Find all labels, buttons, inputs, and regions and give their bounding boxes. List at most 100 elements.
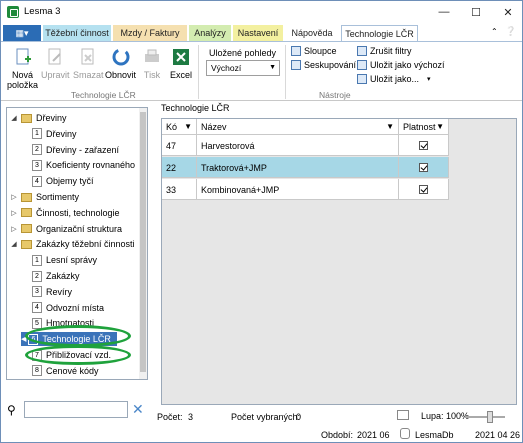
filter-icon[interactable]: ▼ (184, 122, 192, 131)
tree-item[interactable]: 1 Dřeviny (32, 127, 77, 141)
expand-icon[interactable]: ▷ (10, 209, 18, 217)
tree-item[interactable]: 2 Zakázky (32, 269, 80, 283)
tree-scrollbar[interactable] (139, 108, 147, 379)
expand-icon[interactable]: ▷ (10, 225, 18, 233)
save-as-label: Uložit jako... (370, 74, 420, 84)
item-number-icon: 2 (32, 270, 42, 282)
maximize-button[interactable]: ☐ (460, 1, 492, 23)
item-number-icon: 4 (32, 175, 42, 187)
panel-title: Technologie LČR (161, 103, 230, 113)
column-header-name[interactable]: Název ▼ (197, 119, 399, 135)
collapse-icon[interactable]: ◢ (10, 114, 18, 122)
filter-icon[interactable]: ▼ (436, 122, 444, 131)
tree-item-label: Revíry (46, 286, 73, 297)
tree-item-label: Koeficienty rovnaného (46, 160, 136, 171)
tree-item[interactable]: ◢ Zakázky těžební činnosti (10, 237, 134, 251)
period-label: Období: (321, 430, 354, 440)
tree-item[interactable]: ▷ Organizační struktura (10, 222, 122, 236)
tree-item[interactable]: 2 Dřeviny - zařazení (32, 143, 119, 157)
saved-views-value: Výchozí (211, 63, 242, 73)
valid-checkbox[interactable] (419, 141, 428, 150)
window-title: Lesma 3 (24, 6, 61, 17)
minimize-button[interactable]: — (428, 1, 460, 23)
tree-item-label: Odvozní místa (46, 302, 105, 313)
grouping-button[interactable]: Seskupování (291, 60, 356, 70)
tree-search-input[interactable] (24, 401, 128, 418)
tab-analyzy[interactable]: Analýzy (189, 25, 231, 41)
collapse-icon[interactable]: ◢ (10, 240, 18, 248)
zoom-slider-knob[interactable] (487, 411, 493, 423)
table-row[interactable]: 47 Harvestorová (162, 135, 449, 156)
valid-cell[interactable] (399, 179, 449, 200)
expand-icon[interactable]: ▷ (10, 193, 18, 201)
printer-icon (145, 49, 159, 62)
dropdown-arrow-icon: ▾ (427, 76, 431, 83)
column-header-label: Kó (166, 121, 178, 132)
filter-icon[interactable]: ▼ (386, 122, 394, 131)
tree-item[interactable]: 3 Koeficienty rovnaného (32, 158, 135, 172)
tab-nastaveni[interactable]: Nastavení (233, 25, 283, 41)
tree-item[interactable]: ▷ Činnosti, technologie (10, 206, 119, 220)
tree-item[interactable]: 8 Cenové kódy (32, 364, 99, 378)
edit-icon (48, 48, 61, 65)
name-cell[interactable]: Traktorová+JMP (197, 157, 399, 178)
tab-technologie-lcr[interactable]: Technologie LČR (341, 25, 418, 42)
scrollbar-thumb[interactable] (140, 112, 146, 372)
saved-views-select[interactable]: Výchozí ▼ (206, 60, 280, 76)
app-menu-button[interactable]: ▦▾ (3, 25, 41, 41)
database-label: LesmaDb (415, 430, 454, 440)
code-cell[interactable]: 22 (162, 157, 197, 178)
refresh-button[interactable]: Obnovit (105, 47, 136, 80)
save-default-button[interactable]: Uložit jako výchozí (357, 60, 445, 70)
folder-icon (21, 192, 32, 202)
zoom-icon (397, 410, 409, 420)
zoom-slider[interactable] (465, 411, 505, 423)
save-as-icon (357, 74, 367, 84)
code-cell[interactable]: 47 (162, 135, 197, 156)
table-row[interactable]: 22 Traktorová+JMP (162, 157, 449, 178)
highlight-ellipse (25, 345, 131, 365)
clear-search-icon[interactable]: ✕ (132, 401, 144, 418)
tree-item[interactable]: ◢ Dřeviny (10, 111, 66, 125)
valid-cell[interactable] (399, 157, 449, 178)
group-label-tools: Nástroje (319, 90, 351, 100)
chevron-down-icon: ▼ (269, 64, 276, 71)
tree-item[interactable]: ▷ Sortimenty (10, 190, 79, 204)
clear-filters-button[interactable]: Zrušit filtry (357, 46, 412, 56)
clear-filter-icon (357, 46, 367, 56)
close-button[interactable]: ✕ (492, 1, 523, 23)
tree-item[interactable]: 4 Odvozní místa (32, 301, 104, 315)
name-cell[interactable]: Harvestorová (197, 135, 399, 156)
grid-icon: ▦▾ (15, 27, 29, 38)
tab-napoveda[interactable]: Nápověda (285, 25, 339, 41)
tree-item-label: Organizační struktura (36, 223, 123, 234)
code-cell[interactable]: 33 (162, 179, 197, 200)
column-header-code[interactable]: Kó ▼ (162, 119, 197, 135)
excel-button[interactable]: Excel (170, 47, 192, 80)
tab-mzdy-faktury[interactable]: Mzdy / Faktury (113, 25, 187, 41)
valid-cell[interactable] (399, 135, 449, 156)
tree-item[interactable]: 1 Lesní správy (32, 253, 97, 267)
save-as-button[interactable]: Uložit jako... ▾ (357, 74, 431, 84)
tree-item-label: Dřeviny (46, 128, 77, 139)
valid-checkbox[interactable] (419, 185, 428, 194)
table-row[interactable]: 33 Kombinovaná+JMP (162, 179, 449, 200)
tree-item[interactable]: 4 Objemy tyčí (32, 174, 94, 188)
title-bar: Lesma 3 — ☐ ✕ (1, 1, 522, 23)
new-item-button[interactable]: Nová položka (7, 47, 38, 90)
tab-tezebni-cinnost[interactable]: Těžební činnost (43, 25, 111, 41)
valid-checkbox[interactable] (419, 163, 428, 172)
collapse-ribbon-icon[interactable]: ⌃ (491, 27, 498, 36)
help-icon[interactable]: ❔ (505, 26, 516, 37)
print-button[interactable]: Tisk (142, 47, 162, 80)
columns-button[interactable]: Sloupce (291, 46, 337, 56)
count-label: Počet: (157, 412, 183, 422)
save-icon (357, 60, 367, 70)
delete-button[interactable]: Smazat (73, 47, 104, 80)
name-cell[interactable]: Kombinovaná+JMP (197, 179, 399, 200)
app-icon (7, 6, 19, 18)
column-header-valid[interactable]: Platnost ▼ (399, 119, 449, 135)
edit-button[interactable]: Upravit (41, 47, 70, 80)
print-label: Tisk (143, 70, 161, 80)
tree-item[interactable]: 3 Revíry (32, 285, 72, 299)
